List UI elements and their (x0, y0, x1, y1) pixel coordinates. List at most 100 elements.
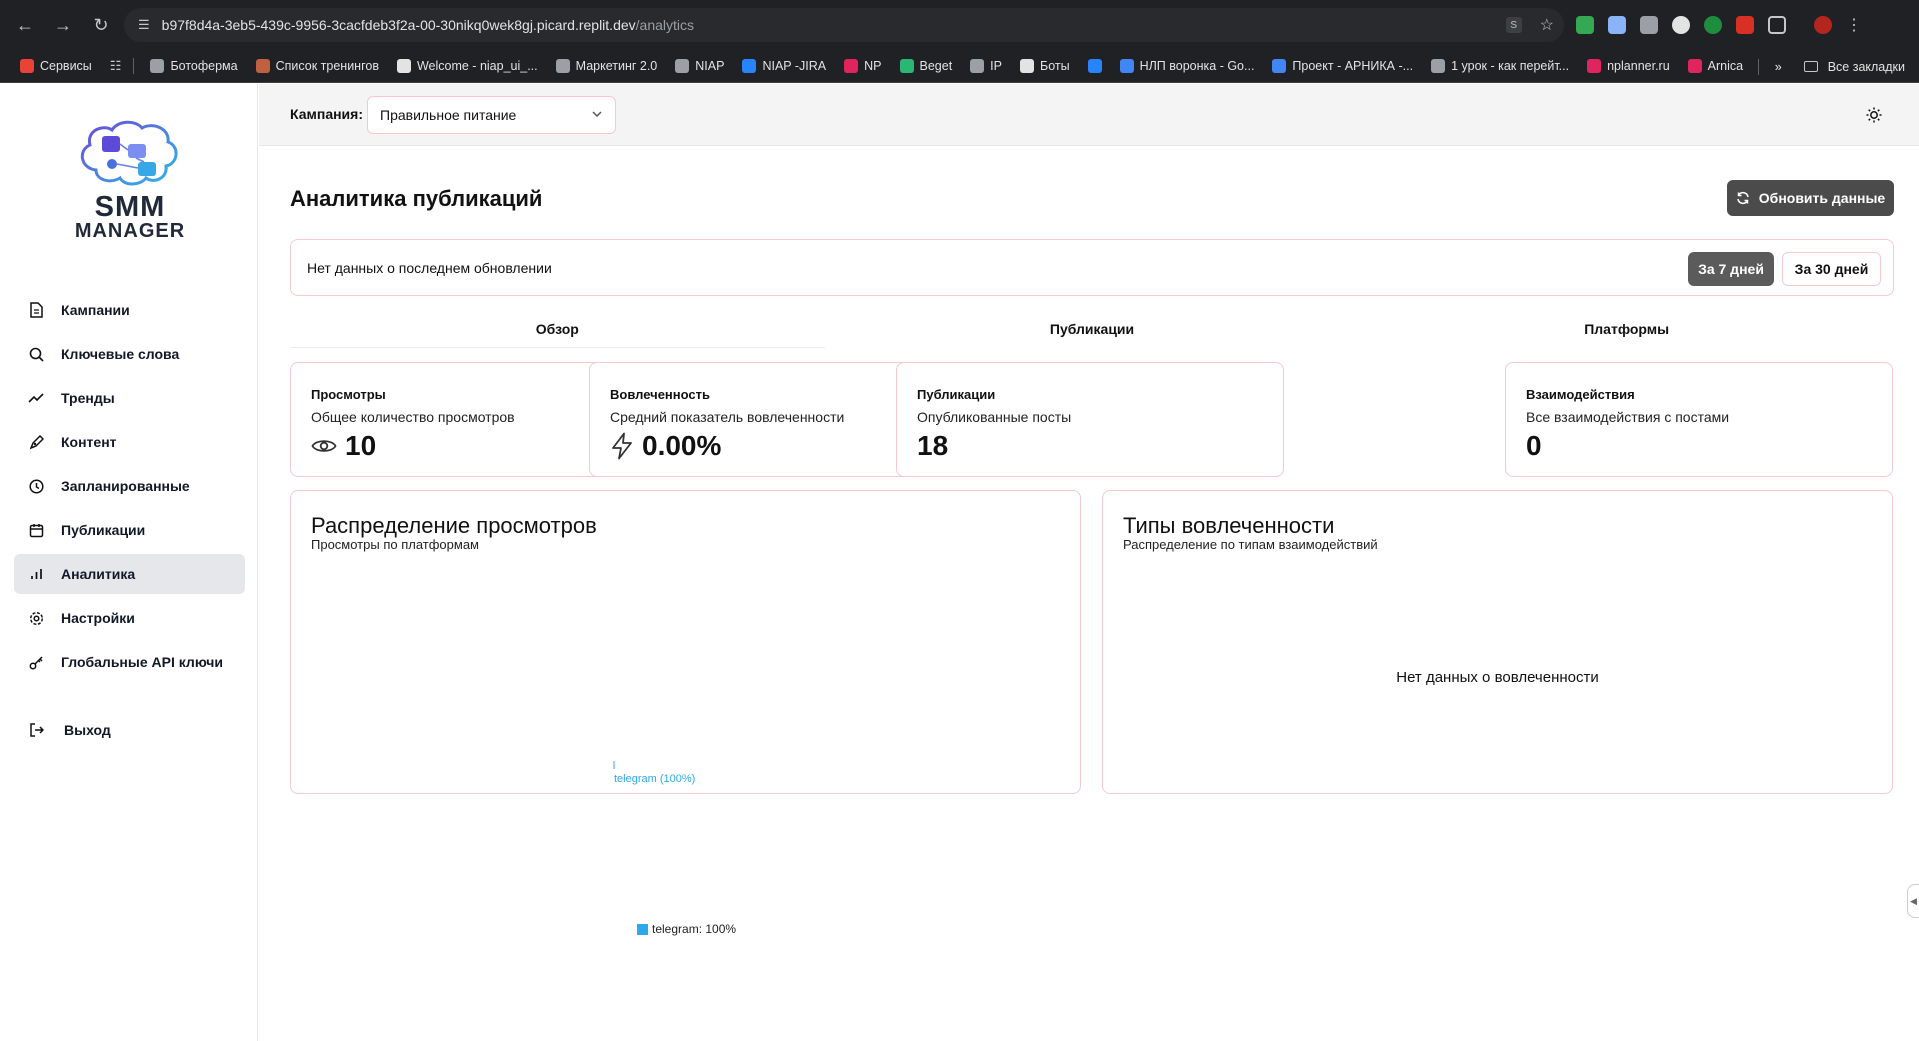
sidebar-item-publications[interactable]: Публикации (14, 510, 245, 550)
menu-icon[interactable]: ⋮ (1846, 15, 1862, 35)
bookmark-label: Список тренингов (275, 59, 379, 73)
sidebar-item-api-keys[interactable]: Глобальные API ключи (14, 642, 245, 682)
sidebar-item-label: Глобальные API ключи (61, 654, 223, 670)
forward-icon[interactable]: → (48, 10, 78, 40)
folder-icon (1803, 61, 1818, 72)
all-bookmarks[interactable]: Все закладки (1828, 60, 1905, 74)
bookmark-item[interactable]: Arnica (1687, 59, 1743, 73)
bookmark-label: IP (990, 59, 1002, 73)
bookmark-label: 1 урок - как перейт... (1451, 59, 1570, 73)
back-icon[interactable]: ← (10, 10, 40, 40)
bookmark-item[interactable]: IP (970, 59, 1002, 73)
metric-card-publications: Публикации Опубликованные посты 18 (896, 362, 1284, 477)
calendar-icon (28, 522, 44, 538)
metric-subtitle: Все взаимодействия с постами (1526, 409, 1730, 425)
bookmark-item[interactable]: Маркетинг 2.0 (555, 59, 657, 73)
bookmark-item[interactable]: НЛП воронка - Go... (1119, 59, 1254, 73)
metric-subtitle: Средний показатель вовлеченности (610, 409, 845, 425)
refresh-button[interactable]: Обновить данные (1727, 180, 1894, 216)
bookmark-icon (742, 59, 757, 73)
metric-value: 10 (345, 430, 377, 461)
sidebar-item-label: Кампании (61, 302, 130, 318)
metric-card-interactions: Взаимодействия Все взаимодействия с пост… (1505, 362, 1893, 477)
sidebar-item-label: Публикации (61, 522, 146, 538)
key-icon (28, 654, 44, 670)
campaign-label: Кампания: (290, 106, 363, 122)
bookmark-icon (1019, 59, 1034, 73)
reload-icon[interactable]: ↻ (86, 10, 116, 40)
extension-icon[interactable] (1576, 16, 1594, 34)
period-7-days-button[interactable]: За 7 дней (1688, 252, 1774, 286)
metric-subtitle: Общее количество просмотров (311, 409, 515, 425)
chart-title: Типы вовлеченности (1123, 513, 1335, 538)
bookmark-icon (1687, 59, 1702, 73)
bookmark-icon (150, 59, 165, 73)
sidebar-item-campaigns[interactable]: Кампании (14, 290, 245, 330)
app: SMM MANAGER Кампании Ключевые слова Трен… (0, 84, 1919, 1041)
bookmark-icon (396, 59, 411, 73)
bookmark-icon (1087, 59, 1102, 73)
profile-avatar[interactable] (1814, 16, 1832, 34)
sidebar-item-trends[interactable]: Тренды (14, 378, 245, 418)
bookmark-item[interactable]: nplanner.ru (1587, 59, 1670, 73)
bookmark-label: Боты (1039, 59, 1070, 73)
address-bar[interactable]: ☰ b97f8d4a-3eb5-439c-9956-3cacfdeb3f2a-0… (124, 8, 1564, 42)
logo-line-2: MANAGER (74, 219, 186, 242)
campaign-select[interactable]: Правильное питание (367, 96, 616, 134)
tab-platforms[interactable]: Платформы (1359, 310, 1894, 348)
chart-subtitle: Распределение по типам взаимодействий (1123, 537, 1378, 552)
theme-toggle-sun-icon[interactable] (1865, 106, 1883, 124)
bookmark-icon (1272, 59, 1287, 73)
clock-icon (28, 478, 44, 494)
metric-title: Просмотры (311, 387, 386, 402)
views-distribution-card: Распределение просмотров Просмотры по пл… (290, 490, 1081, 794)
bookmark-item[interactable]: 1 урок - как перейт... (1431, 59, 1569, 73)
bookmark-item[interactable]: Welcome - niap_ui_... (396, 59, 538, 73)
sidebar-item-keywords[interactable]: Ключевые слова (14, 334, 245, 374)
brain-logo-icon (80, 120, 178, 186)
extension-icon[interactable] (1704, 16, 1722, 34)
camera-icon[interactable] (1640, 16, 1658, 34)
sidebar-item-scheduled[interactable]: Запланированные (14, 466, 245, 506)
bookmark-icon (1587, 59, 1602, 73)
url-host: b97f8d4a-3eb5-439c-9956-3cacfdeb3f2a-00-… (161, 17, 636, 33)
bookmark-item[interactable]: Beget (899, 59, 952, 73)
bookmark-icon (255, 59, 270, 73)
star-icon[interactable]: ☆ (1540, 15, 1554, 35)
bookmark-label: Проект - АРНИКА -... (1292, 59, 1414, 73)
bookmark-icon (1431, 59, 1446, 73)
more-bookmarks-icon[interactable]: » (1775, 60, 1782, 74)
extension-badge[interactable]: S (1505, 17, 1522, 33)
views-pie-chart: telegram (100%) (613, 761, 695, 785)
metric-title: Вовлеченность (610, 387, 710, 402)
bookmark-item[interactable]: NIAP -JIRA (742, 59, 826, 73)
extension-icon[interactable] (1608, 16, 1626, 34)
bookmark-item[interactable]: Боты (1019, 59, 1070, 73)
bookmark-item[interactable]: Список тренингов (255, 59, 379, 73)
bookmark-icon (20, 59, 34, 73)
bookmark-item[interactable] (1087, 59, 1102, 73)
bookmark-item[interactable]: Проект - АРНИКА -... (1272, 59, 1413, 73)
metric-value: 0.00% (642, 430, 722, 461)
bookmark-item[interactable]: NP (844, 59, 882, 73)
site-settings-icon[interactable]: ☰ (138, 17, 150, 33)
bookmark-item[interactable]: NIAP (675, 59, 724, 73)
sidebar-item-analytics[interactable]: Аналитика (14, 554, 245, 594)
period-30-days-button[interactable]: За 30 дней (1782, 252, 1881, 286)
extension-icon[interactable] (1672, 16, 1690, 34)
apps-grid-icon[interactable]: ☷ (110, 58, 122, 74)
logo-line-1: SMM (94, 191, 166, 223)
extension-icon[interactable] (1736, 16, 1754, 34)
tab-overview[interactable]: Обзор (290, 310, 825, 348)
metric-value: 18 (917, 430, 949, 461)
logout-button[interactable]: Выход (14, 710, 245, 750)
sidebar-item-content[interactable]: Контент (14, 422, 245, 462)
bookmark-item[interactable]: Ботоферма (150, 59, 238, 73)
sidebar-item-settings[interactable]: Настройки (14, 598, 245, 638)
side-panel-handle[interactable]: ◀ (1907, 884, 1919, 918)
tab-publications[interactable]: Публикации (825, 310, 1360, 348)
engagement-empty-state: Нет данных о вовлеченности (1396, 669, 1599, 686)
puzzle-icon[interactable] (1768, 16, 1786, 34)
bookmark-item[interactable]: Сервисы (20, 59, 92, 73)
smm-manager-logo[interactable]: SMM MANAGER (72, 118, 188, 248)
